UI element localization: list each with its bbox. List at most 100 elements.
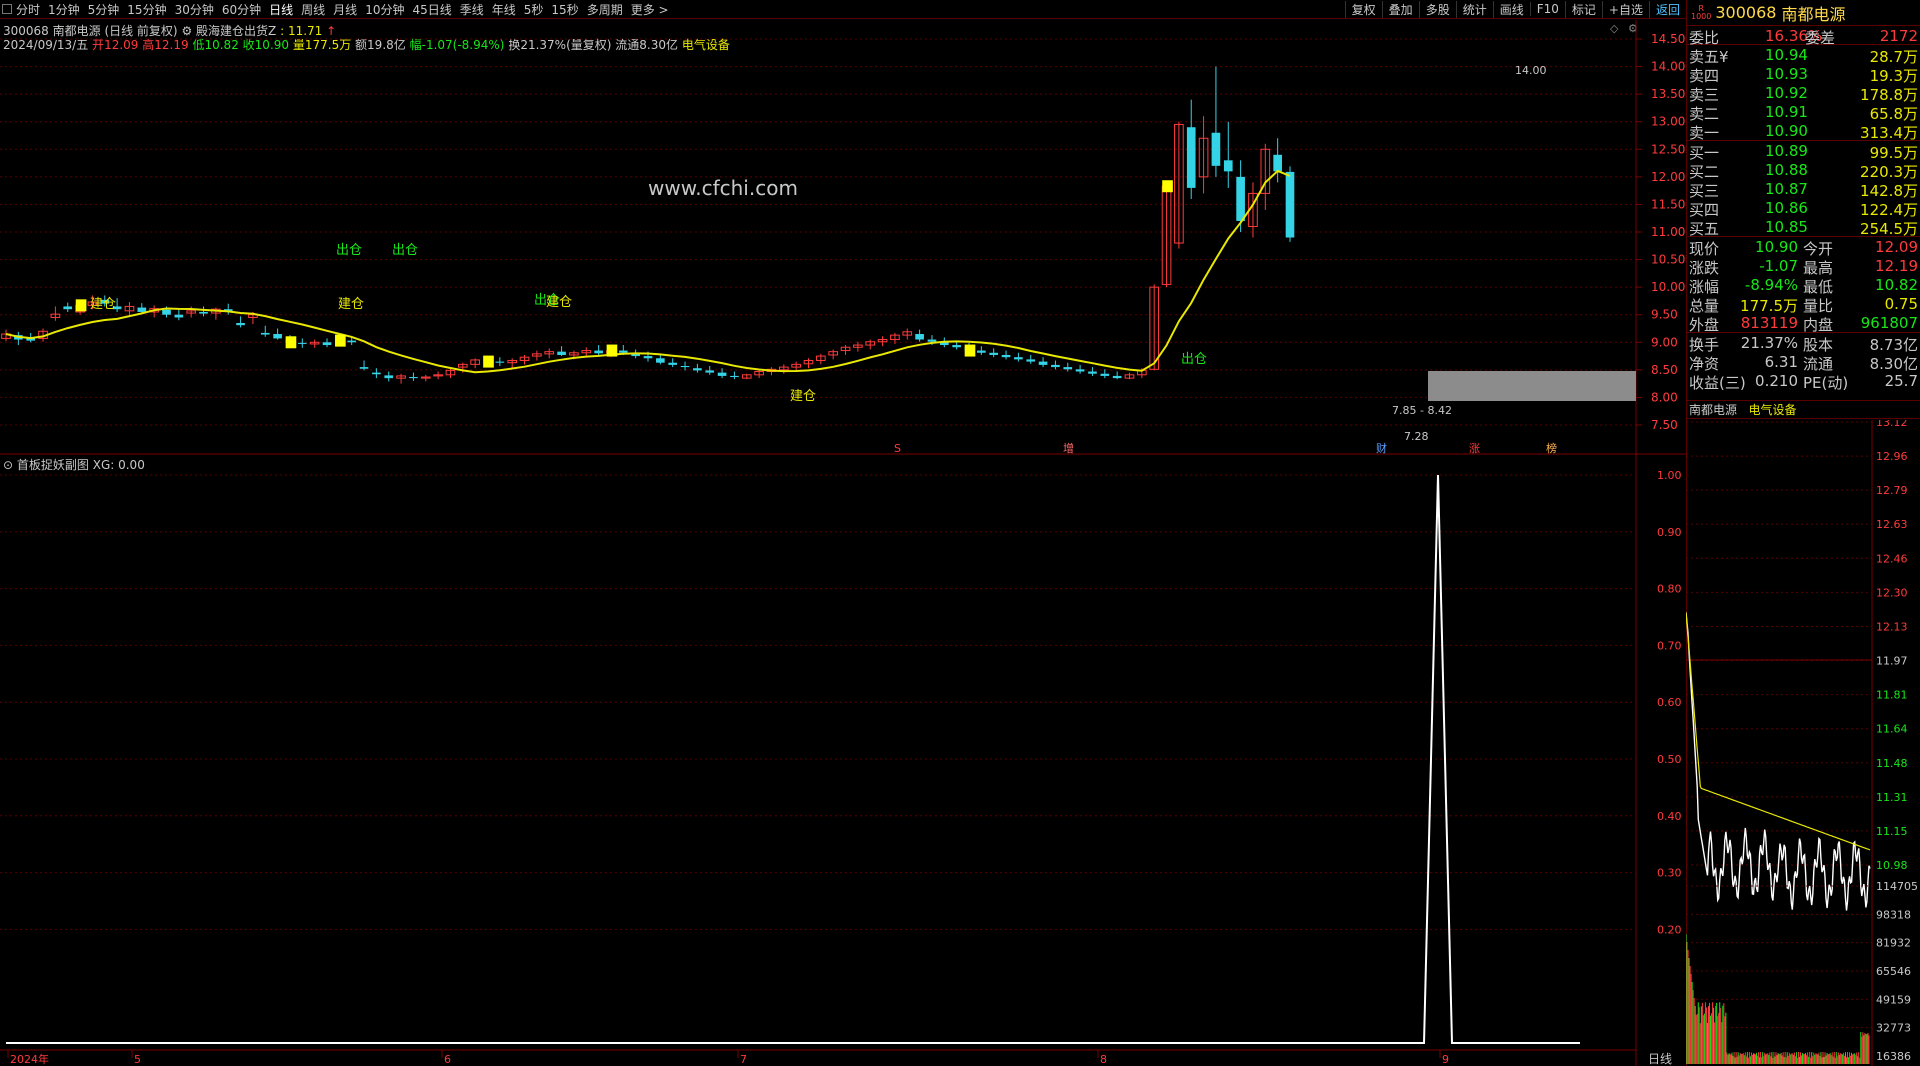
fund-value: 0.210 xyxy=(1755,372,1798,390)
fund-value: 6.31 xyxy=(1764,353,1798,371)
ask-price: 10.93 xyxy=(1765,65,1808,83)
candle-body xyxy=(236,322,245,326)
candle-body xyxy=(1273,154,1282,172)
sub-tick-label: 0.40 xyxy=(1657,810,1682,823)
x-tick-label: 7 xyxy=(740,1053,747,1066)
subchart-value: XG: 0.00 xyxy=(92,458,145,472)
ask-volume: 313.4万 xyxy=(1860,124,1918,142)
fundamental-stats: 换手 21.37% 股本 8.73亿 净资 6.31 流通 8.30亿 收益(三) 0.210 PE… xyxy=(1687,333,1920,392)
kline-chart[interactable]: 14.50 14.00 13.50 13.00 12.50 12.00 11.50 11.00… xyxy=(0,0,1686,1066)
signal-label: 建仓 xyxy=(338,297,364,312)
signal-block xyxy=(964,344,976,357)
bid-row[interactable]: 买三 10.87 142.8万 xyxy=(1687,179,1920,200)
intraday-price-label: 11.81 xyxy=(1876,689,1908,702)
r-badge: R 1000 xyxy=(1691,3,1712,21)
price-tick-label: 14.00 xyxy=(1651,60,1685,74)
bid-row[interactable]: 买一 10.89 99.5万 xyxy=(1687,141,1920,162)
sub-tick-label: 0.60 xyxy=(1657,696,1682,709)
bid-row[interactable]: 买五 10.85 254.5万 xyxy=(1687,217,1920,238)
moving-average-line xyxy=(5,169,1291,374)
signal-label: 建仓 xyxy=(546,295,572,310)
stat-value: 961807 xyxy=(1860,314,1918,332)
intraday-chart[interactable]: 13.12 12.96 12.79 12.63 12.46 12.30 12.13 11.97… xyxy=(1686,420,1920,1066)
collapse-icon[interactable]: ⊙ xyxy=(3,458,13,472)
sub-tick-label: 0.50 xyxy=(1657,753,1682,766)
ask-book: 卖五¥ 10.94 28.7万 卖四 10.93 19.3万 卖三 10.92 178.8万 卖二… xyxy=(1687,45,1920,142)
subchart-title[interactable]: 首板捉妖副图 xyxy=(17,458,89,472)
fundamental-row: 换手 21.37% 股本 8.73亿 xyxy=(1687,333,1920,354)
intraday-price-label: 12.79 xyxy=(1876,484,1908,497)
candle-body xyxy=(656,358,665,363)
event-tag: 增 xyxy=(1063,441,1074,455)
volume-tick-label: 65546 xyxy=(1876,965,1911,978)
sub-tick-label: 1.00 xyxy=(1657,469,1682,482)
stat-value: 0.75 xyxy=(1884,295,1918,313)
ask-row[interactable]: 卖三 10.92 178.8万 xyxy=(1687,83,1920,104)
candle-body xyxy=(1088,371,1097,374)
stat-value: 10.82 xyxy=(1875,276,1918,294)
candle-body xyxy=(260,332,270,335)
candle-body xyxy=(927,339,937,342)
xg-signal-line xyxy=(6,474,1580,1044)
x-tick-label: 5 xyxy=(134,1053,141,1066)
candle-body xyxy=(1112,375,1122,379)
stat-value: 12.09 xyxy=(1875,238,1918,256)
stock-code: 300068 xyxy=(1715,3,1777,22)
x-tick-label: 6 xyxy=(444,1053,451,1066)
candle-body xyxy=(1236,176,1245,221)
intraday-stock-name: 南都电源 xyxy=(1689,403,1738,417)
subchart-header: ⊙ 首板捉妖副图 XG: 0.00 xyxy=(3,456,145,473)
sub-tick-label: 0.30 xyxy=(1657,867,1682,880)
stat-label: 内盘 xyxy=(1803,316,1834,334)
candle-body xyxy=(359,367,369,369)
fundamental-row: 净资 6.31 流通 8.30亿 xyxy=(1687,352,1920,373)
price-tick-label: 14.50 xyxy=(1651,32,1685,46)
volume-tick-label: 98318 xyxy=(1876,908,1911,921)
ask-row[interactable]: 卖二 10.91 65.8万 xyxy=(1687,102,1920,123)
price-tick-label: 9.50 xyxy=(1651,308,1678,322)
candle-body xyxy=(1223,160,1233,172)
signal-block xyxy=(75,299,87,312)
fund-label: PE(动) xyxy=(1803,374,1849,392)
candle-body xyxy=(594,350,603,354)
fund-value: 21.37% xyxy=(1740,334,1798,352)
intraday-price-label: 11.64 xyxy=(1876,723,1908,736)
candle-body xyxy=(1211,132,1221,166)
fundamental-row: 收益(三) 0.210 PE(动) 25.7 xyxy=(1687,371,1920,392)
candle-body xyxy=(1075,369,1085,372)
candle-body xyxy=(409,377,418,379)
x-tick-label: 8 xyxy=(1100,1053,1107,1066)
ask-row[interactable]: 卖四 10.93 19.3万 xyxy=(1687,64,1920,85)
event-tag: 榜 xyxy=(1546,441,1557,455)
candle-body xyxy=(989,352,999,355)
sub-tick-label: 0.90 xyxy=(1657,526,1682,539)
volume-tick-label: 16386 xyxy=(1876,1050,1911,1063)
stat-value: 10.90 xyxy=(1755,238,1798,256)
signal-block xyxy=(335,334,346,347)
candle-body xyxy=(1026,359,1036,362)
bid-price: 10.85 xyxy=(1765,218,1808,236)
candle-body xyxy=(322,342,332,346)
stat-value: -1.07 xyxy=(1759,257,1798,275)
ask-row[interactable]: 卖一 10.90 313.4万 xyxy=(1687,121,1920,142)
stat-row: 涨跌 -1.07 最高 12.19 xyxy=(1687,256,1920,277)
ask-row[interactable]: 卖五¥ 10.94 28.7万 xyxy=(1687,45,1920,66)
signal-block xyxy=(285,336,297,349)
candle-body xyxy=(693,368,702,371)
candle-body xyxy=(1100,373,1110,376)
intraday-price-label: 12.63 xyxy=(1876,518,1908,531)
support-zone xyxy=(1428,371,1636,401)
price-tick-label: 11.00 xyxy=(1651,225,1685,239)
volume-tick-label: 81932 xyxy=(1876,937,1911,950)
watermark: www.cfchi.com xyxy=(648,176,798,200)
signal-block xyxy=(483,355,494,368)
bid-row[interactable]: 买二 10.88 220.3万 xyxy=(1687,160,1920,181)
price-stats: 现价 10.90 今开 12.09 涨跌 -1.07 最高 12.19 涨幅 -8.94% 最低 10… xyxy=(1687,237,1920,334)
price-tick-label: 11.50 xyxy=(1651,197,1685,211)
ask-price: 10.92 xyxy=(1765,84,1808,102)
bid-book: 买一 10.89 99.5万 买二 10.88 220.3万 买三 10.87 142.8万 买四… xyxy=(1687,141,1920,238)
period-label: 日线 xyxy=(1648,1052,1672,1066)
stat-row: 涨幅 -8.94% 最低 10.82 xyxy=(1687,275,1920,296)
bid-row[interactable]: 买四 10.86 122.4万 xyxy=(1687,198,1920,219)
bid-volume: 254.5万 xyxy=(1860,220,1918,238)
